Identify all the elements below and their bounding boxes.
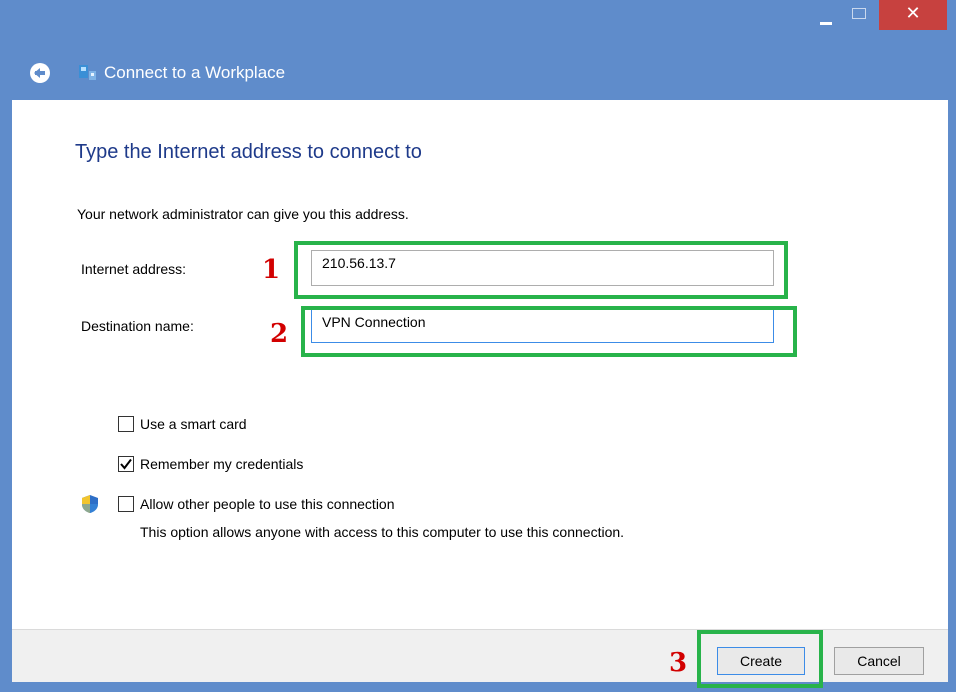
- step1-highlight-box: [294, 241, 788, 299]
- allow-others-checkbox[interactable]: [118, 496, 134, 512]
- step3-number: 3: [669, 648, 688, 678]
- smart-card-label[interactable]: Use a smart card: [140, 416, 247, 432]
- step3-highlight-box: [697, 630, 823, 688]
- shield-icon: [82, 495, 98, 513]
- step2-highlight-box: [301, 306, 797, 357]
- smart-card-checkbox[interactable]: [118, 416, 134, 432]
- connect-to-workplace-window: ✕ Connect to a Workplace Type the Intern…: [0, 0, 956, 692]
- remember-credentials-label[interactable]: Remember my credentials: [140, 456, 303, 472]
- cancel-button[interactable]: Cancel: [834, 647, 924, 675]
- page-heading: Type the Internet address to connect to: [75, 141, 422, 163]
- minimize-button[interactable]: [805, 0, 845, 30]
- allow-others-hint: This option allows anyone with access to…: [140, 524, 625, 540]
- close-button[interactable]: ✕: [879, 0, 947, 30]
- content-area: [12, 100, 948, 629]
- step2-number: 2: [270, 319, 289, 349]
- maximize-button[interactable]: [840, 0, 876, 30]
- allow-others-label[interactable]: Allow other people to use this connectio…: [140, 496, 395, 512]
- network-icon: [79, 65, 96, 80]
- checkmark-icon: [120, 458, 132, 470]
- intro-text: Your network administrator can give you …: [77, 206, 409, 222]
- internet-address-label: Internet address:: [81, 261, 187, 277]
- window-title: Connect to a Workplace: [104, 63, 286, 82]
- step1-number: 1: [262, 255, 281, 285]
- remember-credentials-checkbox[interactable]: [118, 456, 134, 472]
- destination-name-label: Destination name:: [81, 318, 194, 334]
- back-arrow-icon[interactable]: [30, 63, 50, 83]
- title-bar: ✕ Connect to a Workplace: [0, 0, 956, 100]
